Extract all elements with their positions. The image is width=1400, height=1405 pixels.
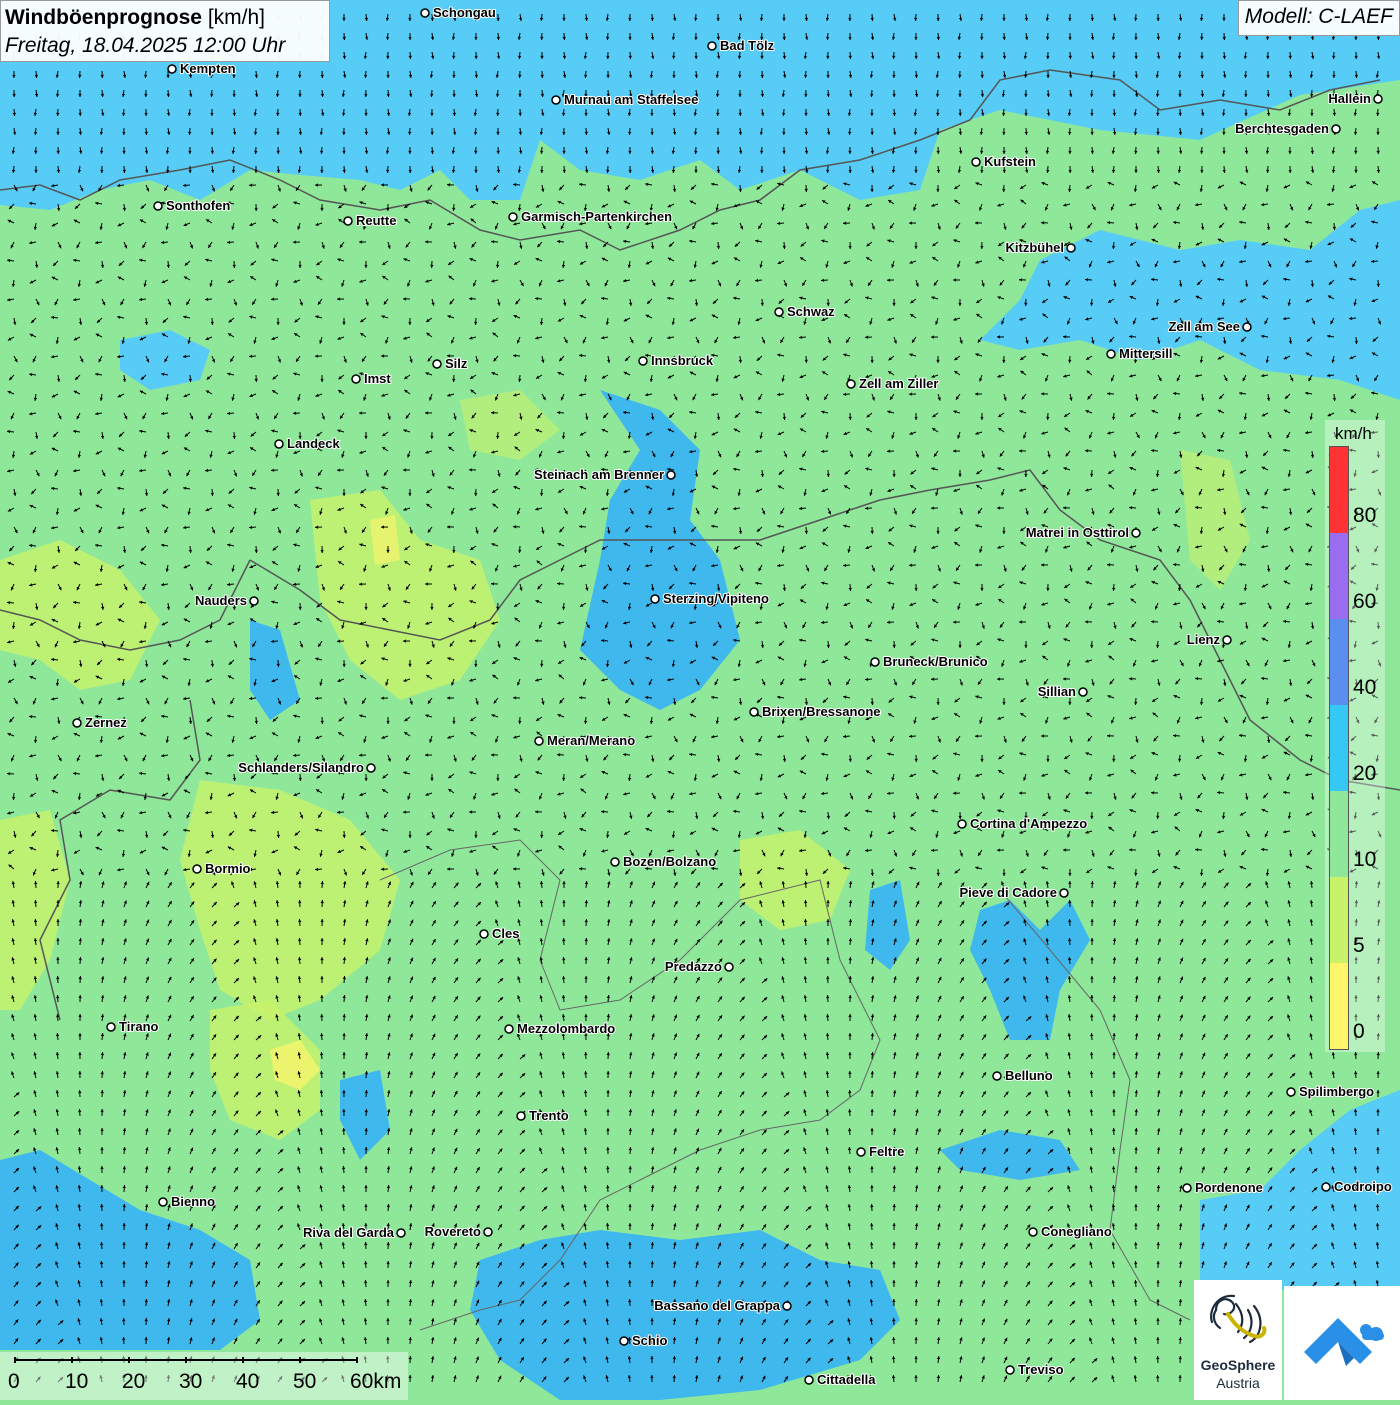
gust-zone-0-5-oetztal <box>370 515 400 565</box>
wind-gust-map: SchongauBad TölzKemptenHalleinMurnau am … <box>0 0 1400 1400</box>
